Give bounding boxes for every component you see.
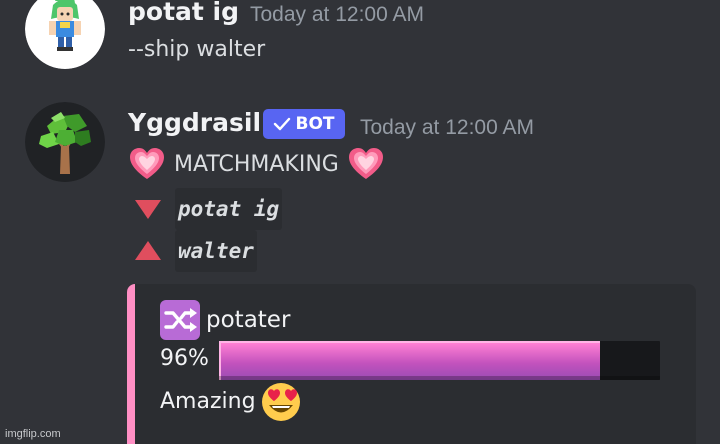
checkmark-icon — [274, 117, 291, 131]
match-line-2: walter — [133, 230, 257, 272]
shuffle-icon — [160, 300, 200, 340]
match-progress-bar — [219, 341, 660, 380]
message-timestamp: Today at 12:00 AM — [250, 3, 424, 26]
red-triangle-up-icon — [135, 241, 161, 260]
green-haired-character-icon — [25, 0, 105, 69]
verdict-text: Amazing — [160, 388, 256, 414]
message-text: --ship walter — [128, 37, 266, 62]
bot-avatar[interactable] — [25, 102, 105, 182]
match-progress-fill — [219, 341, 601, 380]
bot-author[interactable]: Yggdrasil — [128, 108, 261, 137]
embed-title: potater — [206, 307, 291, 333]
imgflip-watermark: imgflip.com — [5, 428, 61, 440]
bot-message-timestamp: Today at 12:00 AM — [360, 116, 534, 139]
red-triangle-down-icon — [135, 200, 161, 219]
user-avatar[interactable] — [25, 0, 105, 69]
message-author[interactable]: potat ig — [128, 0, 239, 26]
verdict-row: Amazing — [160, 380, 302, 422]
embed-accent-bar — [127, 284, 135, 444]
embed-title-row: potater — [160, 300, 290, 340]
tree-icon — [25, 102, 105, 182]
bot-tag: BOT — [263, 109, 345, 139]
heartpulse-icon — [130, 148, 164, 179]
heart-eyes-emoji — [261, 383, 300, 421]
matchmaking-heading: MATCHMAKING — [128, 146, 385, 182]
user-1-code: potat ig — [175, 188, 283, 230]
discord-chat: potat ig Today at 12:00 AM --ship walter… — [0, 0, 720, 444]
match-percent: 96% — [160, 346, 209, 371]
matchmaking-title: MATCHMAKING — [174, 151, 339, 177]
user-2-code: walter — [175, 230, 257, 272]
heartpulse-icon — [348, 148, 383, 179]
match-line-1: potat ig — [133, 188, 283, 230]
bot-tag-label: BOT — [295, 114, 335, 134]
